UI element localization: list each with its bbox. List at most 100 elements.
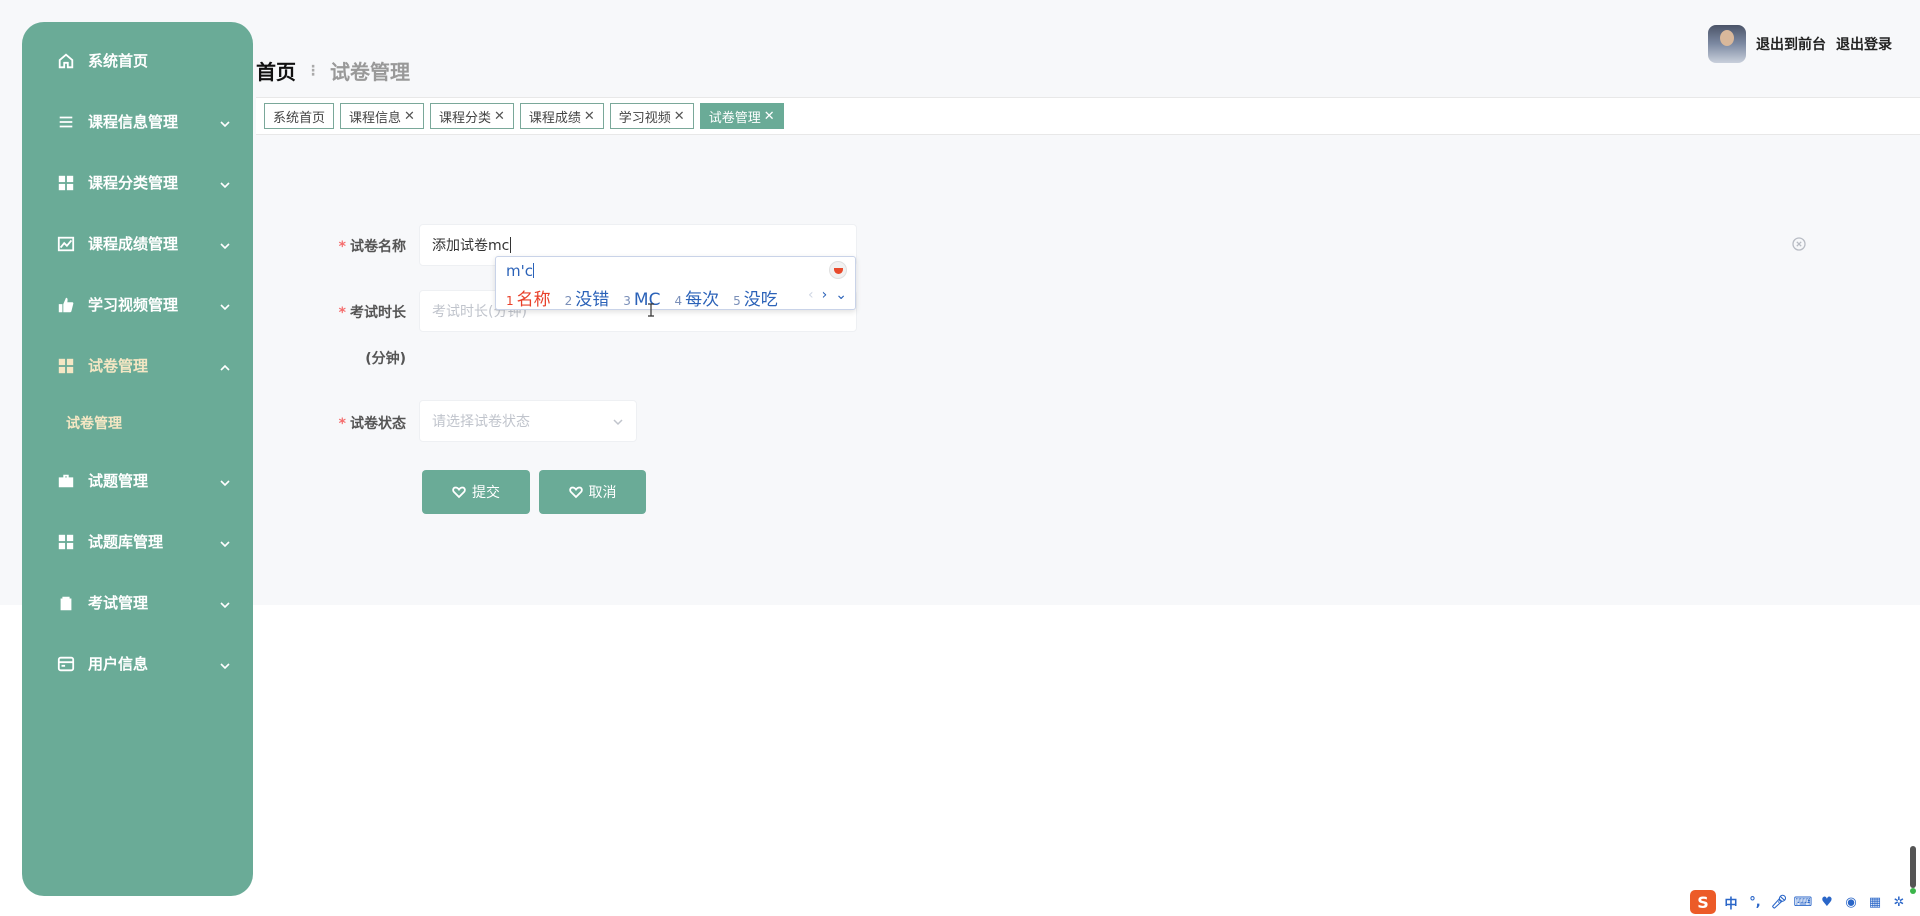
ime-candidates: 1 名称 2 没错 3 MC 4 每次 5 没吃 [506,285,778,310]
cancel-label: 取消 [588,485,617,501]
chevron-down-icon[interactable]: ⌄ [835,287,847,303]
tab-label: 课程成绩 [528,110,581,126]
heart-icon [568,486,583,499]
chevron-down-icon [219,658,231,670]
sidebar-item-label: 课程分类管理 [88,174,179,192]
submenu-item-exam-paper[interactable]: 试卷管理 [22,396,253,450]
back-to-front-link[interactable]: 退出到前台 [1756,34,1826,54]
chevron-down-icon [612,416,624,428]
tab-label: 系统首页 [273,110,326,126]
tab-course-category[interactable]: 课程分类 ✕ [429,103,514,129]
sidebar-item-home[interactable]: 系统首页 [22,30,253,91]
sidebar-item-question-bank[interactable]: 试题库管理 [22,511,253,572]
toolbox-icon[interactable]: ▦ [1866,893,1884,911]
form-area [270,135,1920,605]
robot-icon[interactable]: ◉ [1842,893,1860,911]
user-area: 退出到前台 退出登录 [1708,22,1892,66]
settings-icon[interactable]: ✲ [1890,893,1908,911]
chevron-down-icon [219,536,231,548]
sidebar-item-question[interactable]: 试题管理 [22,450,253,511]
sidebar-item-label: 试卷管理 [88,357,149,375]
chevron-down-icon [219,177,231,189]
chart-icon [56,234,76,254]
sidebar-item-label: 课程成绩管理 [88,235,179,253]
ime-candidate[interactable]: 4 每次 [674,285,719,310]
sidebar-item-label: 系统首页 [88,52,149,70]
sidebar-item-label: 课程信息管理 [88,113,179,131]
sidebar: 系统首页 课程信息管理 课程分类管理 课程成绩管理 学习视频管理 试卷管理 试卷… [22,22,253,896]
punctuation-indicator[interactable]: °, [1746,893,1764,911]
chevron-down-icon [219,299,231,311]
tab-exam-paper[interactable]: 试卷管理 ✕ [699,103,784,129]
keyboard-icon[interactable]: ⌨ [1794,893,1813,911]
heart-icon [452,486,466,499]
close-icon[interactable]: ✕ [764,109,775,124]
paper-name-label: * 试卷名称 [338,239,406,255]
briefcase-icon [56,471,76,491]
grid-icon [56,173,76,193]
tab-label: 学习视频 [618,110,671,126]
card-icon [56,654,76,674]
duration-label: * 考试时长 [338,305,406,321]
ime-composition: m'c [506,262,534,280]
chevron-down-icon [219,597,231,609]
status-placeholder: 请选择试卷状态 [432,414,530,430]
ime-candidate[interactable]: 1 名称 [506,285,551,310]
sidebar-item-course-score[interactable]: 课程成绩管理 [22,213,253,274]
sidebar-item-exam-paper[interactable]: 试卷管理 [22,335,253,396]
system-tray: S 中 °, 🎤︎ ⌨ ♥ ◉ ▦ ✲ [1686,888,1912,916]
status-label: * 试卷状态 [338,416,406,432]
status-select[interactable]: 请选择试卷状态 [419,400,637,442]
clear-icon[interactable] [1791,236,1807,252]
logout-link[interactable]: 退出登录 [1836,34,1892,54]
sidebar-item-course-category[interactable]: 课程分类管理 [22,152,253,213]
submit-button[interactable]: 提交 [422,470,530,514]
chevron-up-icon [219,360,231,372]
ime-candidate-popup: m'c 1 名称 2 没错 3 MC 4 每次 5 没吃 ‹ › ⌄ [495,256,856,310]
avatar[interactable] [1708,25,1746,63]
sidebar-item-label: 学习视频管理 [88,296,179,314]
chevron-left-icon[interactable]: ‹ [808,287,814,303]
home-icon [56,51,76,71]
tab-label: 课程信息 [349,110,402,126]
clipboard-icon [56,593,76,613]
tab-course-info[interactable]: 课程信息 ✕ [340,103,424,129]
sidebar-item-label: 试题管理 [88,472,149,490]
breadcrumb-separator-icon: ⋮ [306,62,320,79]
thumb-icon [56,295,76,315]
tab-video[interactable]: 学习视频 ✕ [609,103,694,129]
ime-logo-icon[interactable] [829,261,847,279]
duration-label-unit: (分钟) [365,351,406,367]
close-icon[interactable]: ✕ [584,109,595,124]
tab-home[interactable]: 系统首页 [264,103,335,129]
chevron-down-icon [219,116,231,128]
ime-mode-indicator[interactable]: 中 [1722,893,1740,912]
sidebar-item-video[interactable]: 学习视频管理 [22,274,253,335]
sidebar-item-user[interactable]: 用户信息 [22,633,253,694]
ime-candidate[interactable]: 5 没吃 [733,285,778,310]
sidebar-item-course-info[interactable]: 课程信息管理 [22,91,253,152]
sidebar-item-exam[interactable]: 考试管理 [22,572,253,633]
chevron-right-icon[interactable]: › [822,287,828,303]
close-icon[interactable]: ✕ [404,109,415,124]
cancel-button[interactable]: 取消 [539,470,646,514]
microphone-icon[interactable]: 🎤︎ [1770,893,1788,911]
sogou-ime-icon[interactable]: S [1690,890,1716,914]
ime-candidate[interactable]: 2 没错 [565,285,610,310]
grid-icon [56,532,76,552]
tab-label: 试卷管理 [708,110,761,126]
grid-icon [56,356,76,376]
tabs-bar: 系统首页 课程信息 ✕ 课程分类 ✕ 课程成绩 ✕ 学习视频 ✕ 试卷管理 ✕ [256,97,1920,135]
sidebar-item-label: 试题库管理 [88,533,164,551]
breadcrumb-home[interactable]: 首页 [256,56,296,85]
scrollbar-thumb[interactable] [1910,846,1916,894]
close-icon[interactable]: ✕ [494,109,505,124]
skin-icon[interactable]: ♥ [1818,893,1836,911]
sidebar-item-label: 用户信息 [88,655,149,673]
paper-name-value: 添加试卷mc [432,238,510,254]
tab-course-score[interactable]: 课程成绩 ✕ [519,103,604,129]
list-icon [56,112,76,132]
sidebar-item-label: 考试管理 [88,594,149,612]
text-cursor-icon [647,302,655,317]
close-icon[interactable]: ✕ [674,109,685,124]
